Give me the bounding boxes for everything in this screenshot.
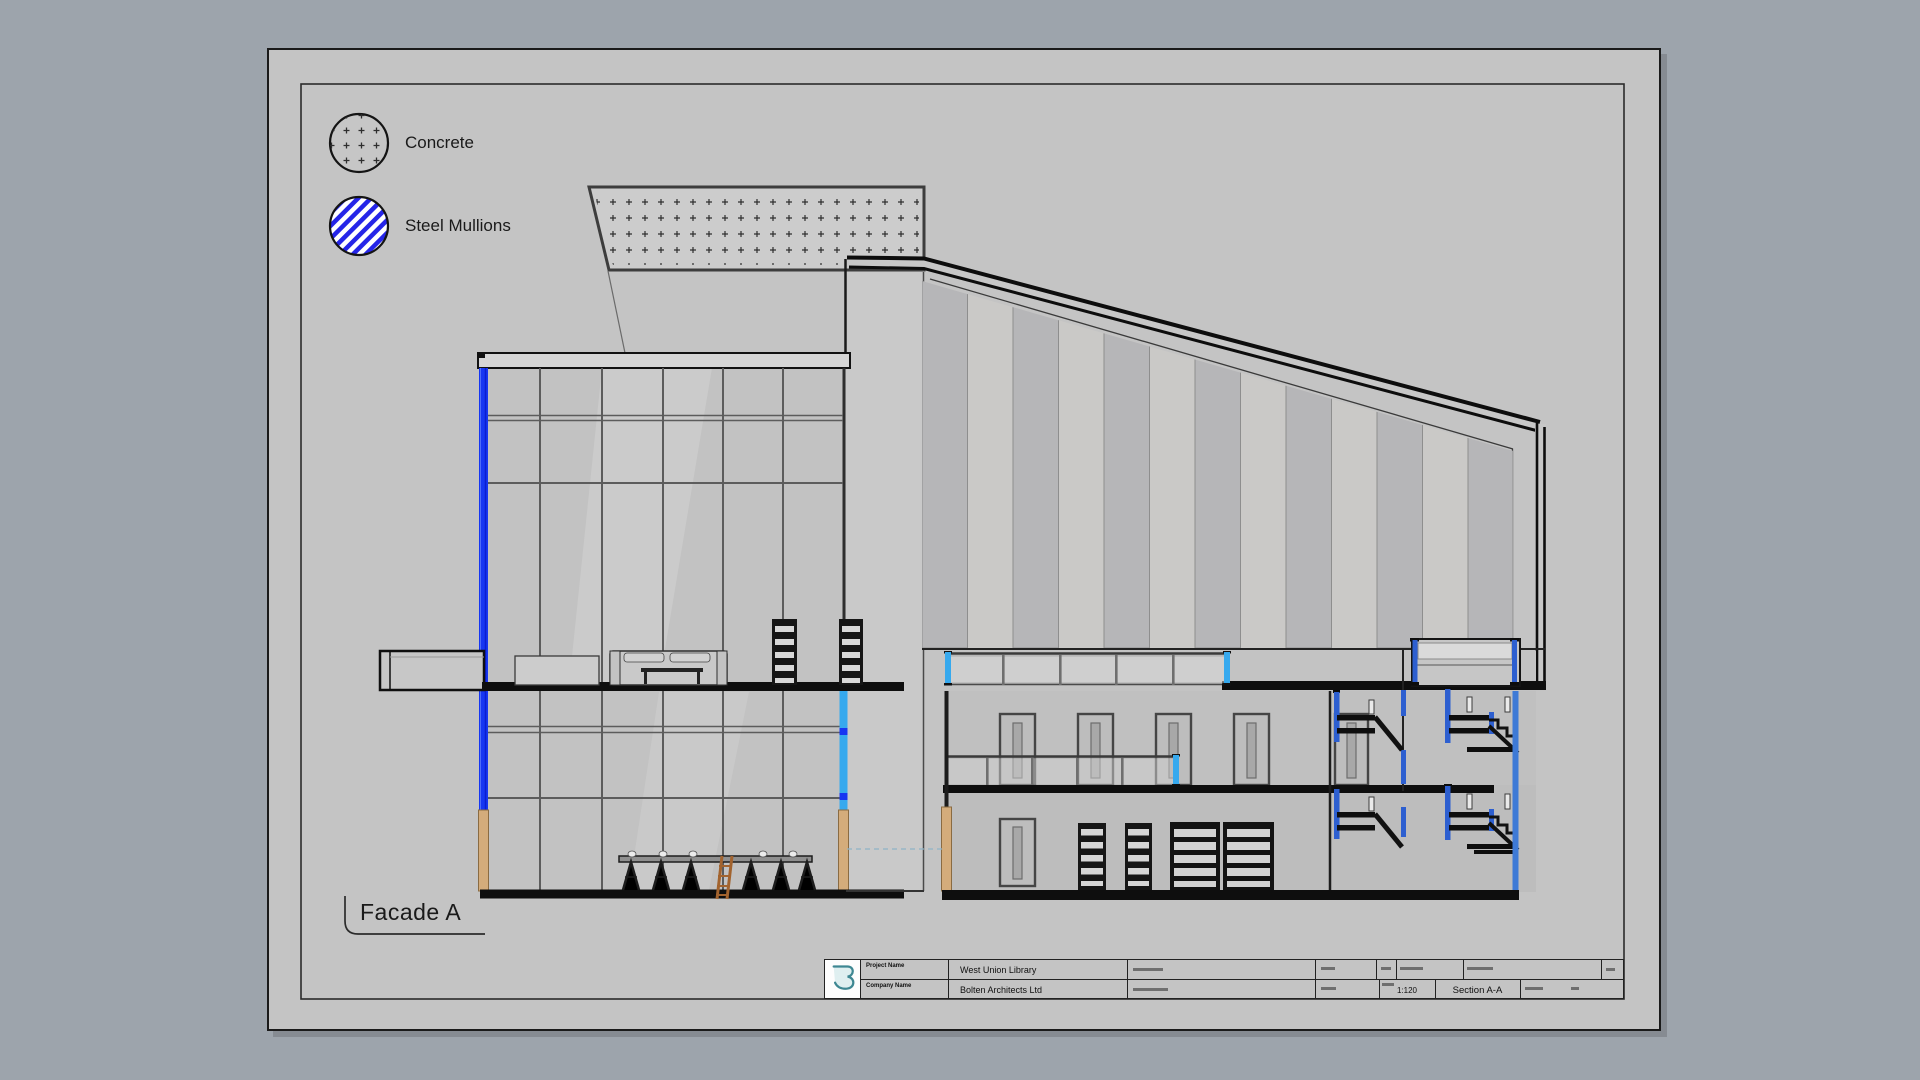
mezzanine-furniture [515, 651, 727, 685]
mezzanine-railing [944, 651, 1231, 686]
logo-icon [825, 960, 859, 997]
cantilever-slab [380, 651, 484, 690]
drawing-sheet: Concrete Steel Mullions Facade A [267, 48, 1661, 1031]
company-name-value: Bolten Architects Ltd [960, 985, 1042, 995]
walkway-railing [945, 754, 1180, 787]
concrete-swatch-icon [324, 108, 394, 178]
legend-label-concrete: Concrete [405, 133, 474, 153]
view-label: Facade A [360, 899, 461, 925]
project-name-label: Project Name [866, 963, 904, 969]
company-logo [825, 960, 861, 998]
project-name-value: West Union Library [960, 965, 1036, 975]
scale-value: 1:120 [1379, 986, 1435, 995]
desktop-canvas: Concrete Steel Mullions Facade A [0, 0, 1920, 1080]
steel-mullion-blue [479, 368, 488, 810]
title-block: Project Name West Union Library Company … [824, 959, 1624, 999]
steel-mullions-swatch-icon [324, 191, 394, 261]
steel-mullion-cyan [840, 687, 848, 810]
legend-label-steel-mullions: Steel Mullions [405, 216, 511, 236]
sheet-title-value: Section A-A [1435, 985, 1520, 996]
company-name-label: Company Name [866, 983, 911, 989]
architectural-section-drawing [269, 50, 1663, 1033]
